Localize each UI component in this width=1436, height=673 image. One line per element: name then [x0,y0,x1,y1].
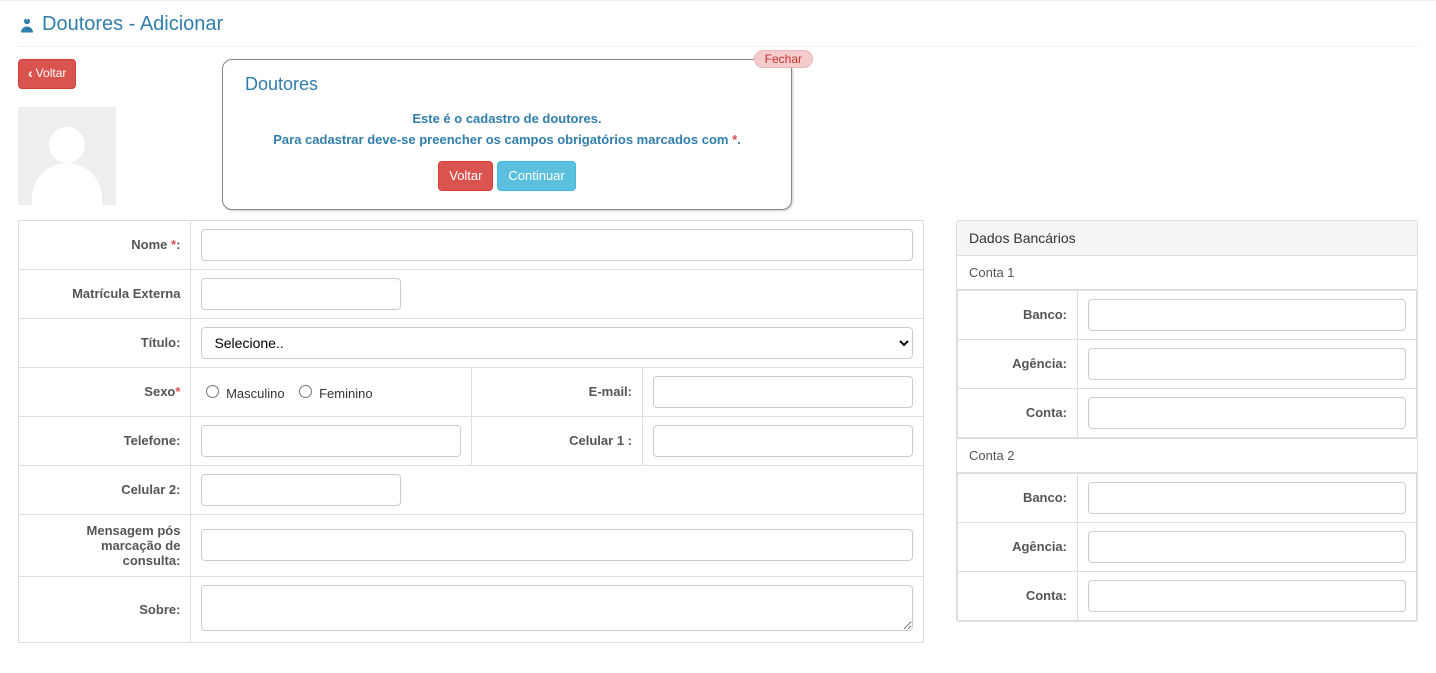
dialog-line2-post: . [737,132,741,147]
chevron-left-icon [28,64,33,84]
bank-conta1-header: Conta 1 [957,256,1417,290]
sobre-textarea[interactable] [201,585,913,631]
celular2-input[interactable] [201,474,401,506]
conta1-input[interactable] [1088,397,1406,429]
label-titulo: Título: [19,318,191,367]
back-button[interactable]: Voltar [18,59,76,89]
label-matricula: Matrícula Externa [19,269,191,318]
celular1-input[interactable] [653,425,913,457]
banco2-input[interactable] [1088,482,1406,514]
label-email: E-mail: [472,367,643,416]
dialog-line1: Este é o cadastro de doutores. [245,109,769,130]
dialog-message: Este é o cadastro de doutores. Para cada… [245,109,769,151]
label-nome: Nome [131,237,171,252]
label-mensagem-l2: consulta: [123,553,181,568]
avatar [18,107,116,205]
matricula-input[interactable] [201,278,401,310]
dialog-title: Doutores [245,74,769,95]
main-form: Nome *: Matrícula Externa Título: Seleci… [18,220,924,643]
intro-dialog: Fechar Doutores Este é o cadastro de dou… [222,59,792,210]
label-sobre: Sobre: [19,576,191,642]
radio-masculino[interactable] [206,385,219,398]
label-celular1: Celular 1 : [472,416,643,465]
label-mensagem-l1: Mensagem pós marcação de [87,523,181,553]
label-agencia1: Agência: [958,339,1078,388]
bank-panel: Dados Bancários Conta 1 Banco: Agência: … [956,220,1418,622]
label-sexo: Sexo [144,384,175,399]
close-button[interactable]: Fechar [754,50,813,68]
doctor-icon [18,16,36,34]
label-agencia2: Agência: [958,522,1078,571]
email-input[interactable] [653,376,913,408]
dialog-back-button[interactable]: Voltar [438,161,493,191]
label-conta2: Conta: [958,571,1078,620]
label-banco1: Banco: [958,290,1078,339]
nome-input[interactable] [201,229,913,261]
conta2-input[interactable] [1088,580,1406,612]
bank-conta2-header: Conta 2 [957,438,1417,473]
titulo-select[interactable]: Selecione.. [201,327,913,359]
label-feminino: Feminino [319,386,372,401]
agencia2-input[interactable] [1088,531,1406,563]
label-celular2: Celular 2: [19,465,191,514]
dialog-continue-button[interactable]: Continuar [497,161,575,191]
colon-nome: : [176,237,180,252]
label-telefone: Telefone: [19,416,191,465]
label-masculino: Masculino [226,386,285,401]
radio-feminino[interactable] [299,385,312,398]
telefone-input[interactable] [201,425,461,457]
back-button-label: Voltar [36,65,67,82]
agencia1-input[interactable] [1088,348,1406,380]
bank-panel-title: Dados Bancários [957,221,1417,256]
page-title: Doutores - Adicionar [42,13,223,36]
dialog-line2-pre: Para cadastrar deve-se preencher os camp… [273,132,732,147]
req-sexo: * [175,384,180,399]
label-mensagem: Mensagem pós marcação de consulta: [19,514,191,576]
page-header: Doutores - Adicionar [18,9,1418,47]
label-banco2: Banco: [958,473,1078,522]
banco1-input[interactable] [1088,299,1406,331]
label-conta1: Conta: [958,388,1078,437]
mensagem-input[interactable] [201,529,913,561]
